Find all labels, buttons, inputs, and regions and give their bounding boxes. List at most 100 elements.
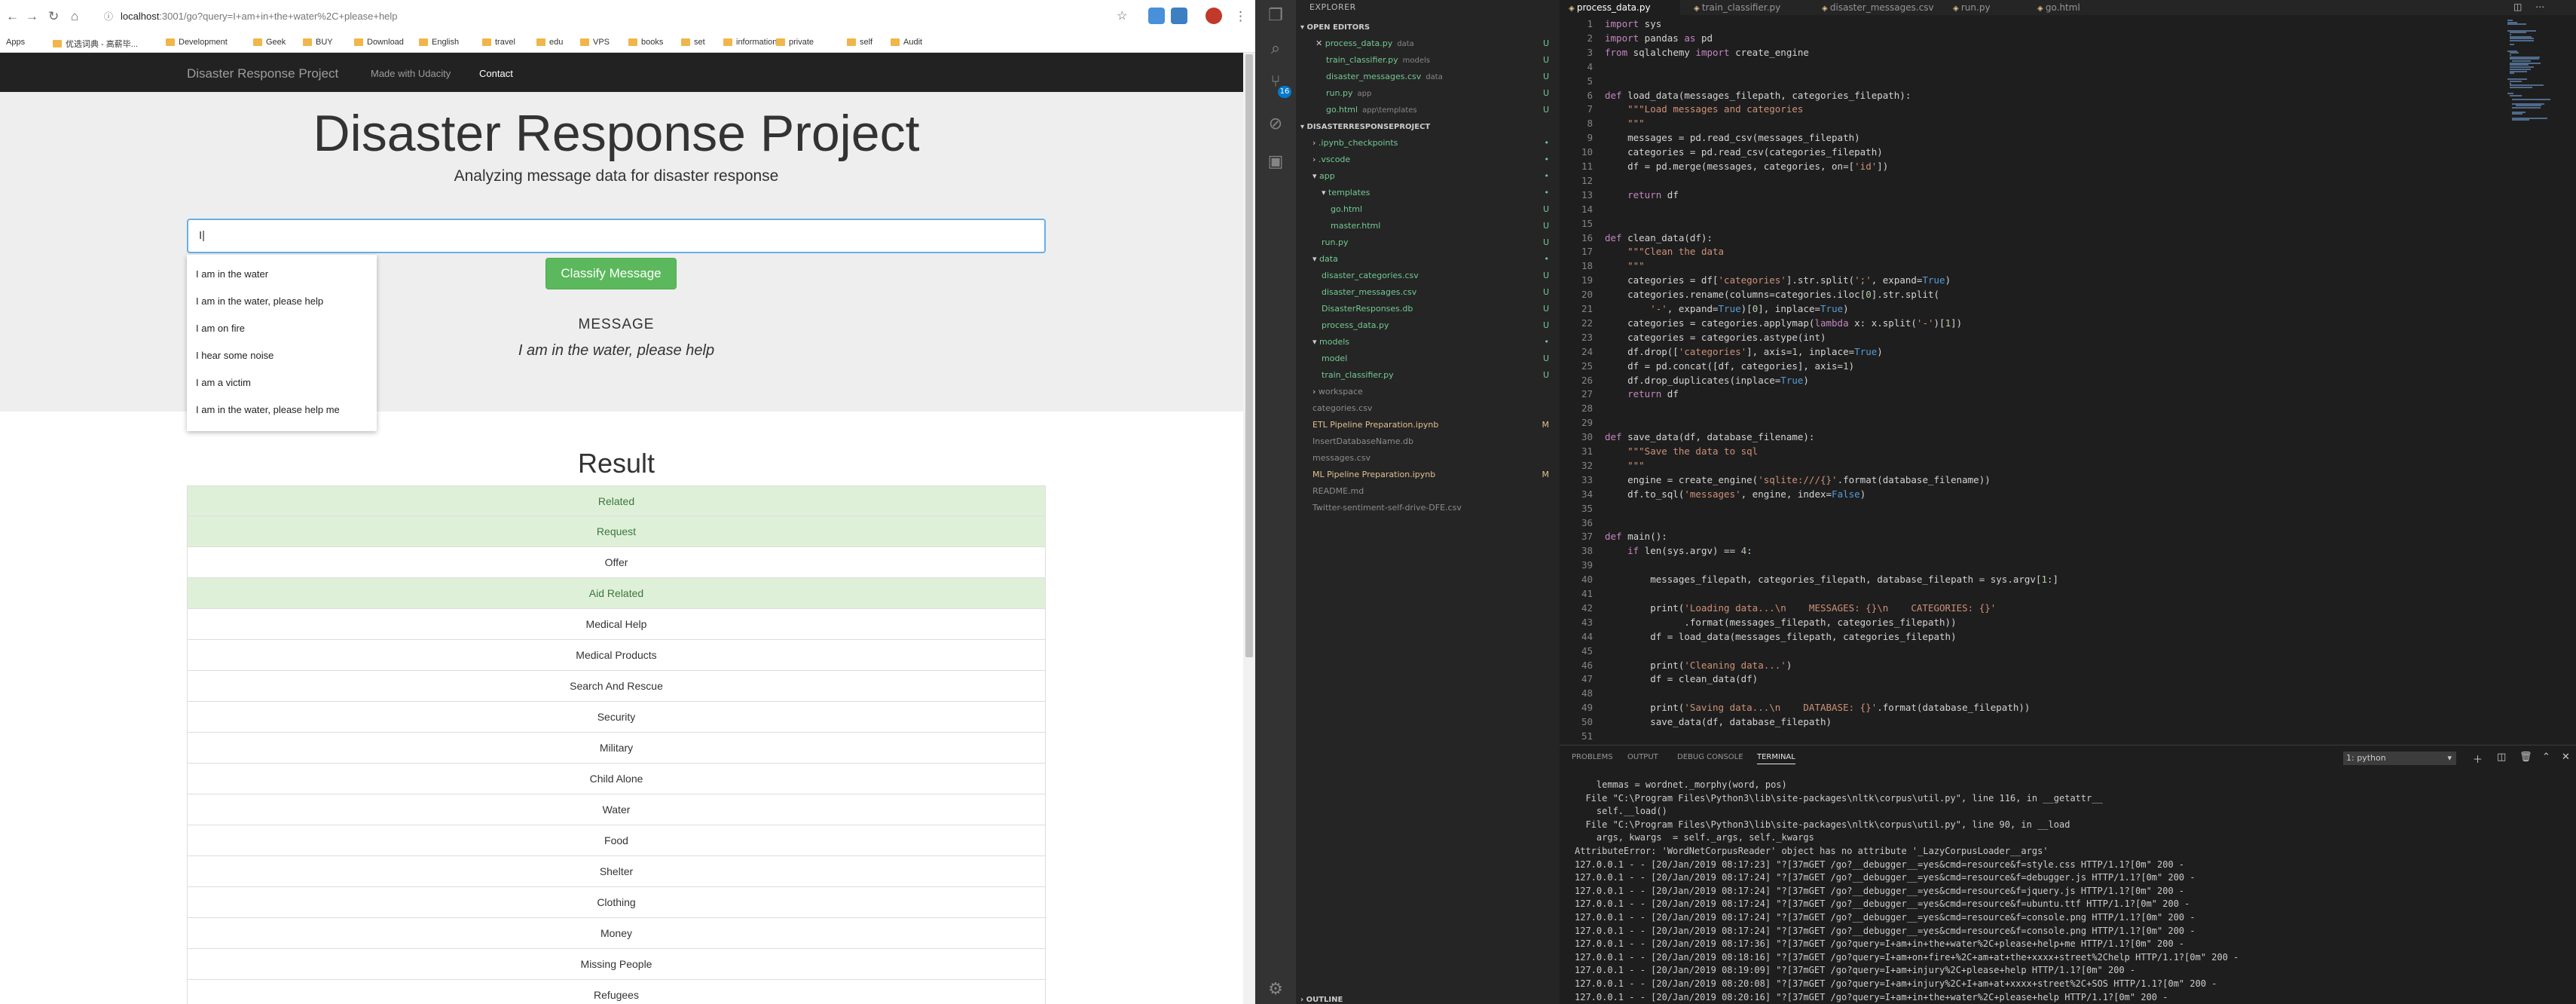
open-editor-item[interactable]: disaster_messages.csv data U xyxy=(1296,69,1560,84)
tree-item[interactable]: ▾ templates • xyxy=(1296,185,1560,200)
nav-made-with-udacity[interactable]: Made with Udacity xyxy=(371,68,451,79)
bookmark-item[interactable]: travel xyxy=(482,38,515,47)
bookmark-item[interactable]: 优选词典 - 高薪毕... xyxy=(53,38,138,50)
autocomplete-option[interactable]: I am in the water xyxy=(196,268,268,280)
bookmark-item[interactable]: information xyxy=(723,38,777,47)
maximize-panel-icon[interactable]: ⌃ xyxy=(2542,751,2550,763)
gear-icon[interactable]: ⚙ xyxy=(1264,978,1287,1001)
home-icon[interactable]: ⌂ xyxy=(71,9,78,24)
nav-contact[interactable]: Contact xyxy=(479,68,513,79)
tree-item[interactable]: README.md xyxy=(1296,483,1560,499)
url-field[interactable]: localhost:3001/go?query=I+am+in+the+wate… xyxy=(121,11,398,22)
tree-item[interactable]: go.html U xyxy=(1296,201,1560,217)
extension-icon[interactable] xyxy=(1148,8,1165,24)
tree-item[interactable]: messages.csv xyxy=(1296,450,1560,466)
bookmark-item[interactable]: Download xyxy=(354,38,404,47)
open-editor-item[interactable]: train_classifier.py models U xyxy=(1296,52,1560,68)
tree-item[interactable]: InsertDatabaseName.db xyxy=(1296,433,1560,449)
tree-item[interactable]: Twitter-sentiment-self-drive-DFE.csv xyxy=(1296,500,1560,516)
extensions-icon[interactable]: ▣ xyxy=(1264,151,1287,173)
tree-item[interactable]: model U xyxy=(1296,350,1560,366)
tree-item[interactable]: › workspace xyxy=(1296,384,1560,399)
forward-icon[interactable]: → xyxy=(26,9,38,24)
close-panel-icon[interactable]: ✕ xyxy=(2562,751,2570,763)
autocomplete-option[interactable]: I am in the water, please help me xyxy=(196,404,340,415)
tree-item[interactable]: disaster_categories.csv U xyxy=(1296,268,1560,283)
tree-item[interactable]: categories.csv xyxy=(1296,400,1560,416)
tab-terminal[interactable]: TERMINAL xyxy=(1757,753,1795,764)
project-header[interactable]: ▾ DISASTERRESPONSEPROJECT xyxy=(1296,119,1560,135)
bookmark-label: Download xyxy=(367,38,404,47)
tree-item[interactable]: ▾ data • xyxy=(1296,251,1560,267)
tree-item[interactable]: run.py U xyxy=(1296,234,1560,250)
autocomplete-option[interactable]: I am on fire xyxy=(196,323,245,334)
open-editors-header[interactable]: ▾ OPEN EDITORS xyxy=(1296,20,1560,35)
tree-item[interactable]: › .vscode • xyxy=(1296,152,1560,167)
tree-item[interactable]: ▾ app • xyxy=(1296,168,1560,184)
debug-icon[interactable]: ⊘ xyxy=(1264,113,1287,136)
close-icon[interactable]: ✕ xyxy=(1316,38,1325,48)
menu-icon[interactable]: ⋮ xyxy=(1234,9,1247,24)
editor-tab[interactable]: ◈ train_classifier.py xyxy=(1685,0,1798,15)
split-terminal-icon[interactable]: ◫ xyxy=(2497,751,2506,763)
open-editor-item[interactable]: run.py app U xyxy=(1296,85,1560,101)
bookmark-item[interactable]: VPS xyxy=(580,38,610,47)
star-icon[interactable]: ☆ xyxy=(1117,9,1127,24)
tab-output[interactable]: OUTPUT xyxy=(1627,753,1658,761)
back-icon[interactable]: ← xyxy=(6,9,19,24)
tree-item[interactable]: disaster_messages.csv U xyxy=(1296,284,1560,300)
add-terminal-icon[interactable]: ＋ xyxy=(2473,751,2483,766)
tree-item[interactable]: ▾ models • xyxy=(1296,334,1560,350)
minimap-line xyxy=(2512,60,2531,62)
tree-item[interactable]: master.html U xyxy=(1296,218,1560,234)
terminal-select[interactable]: 1: python ▾ xyxy=(2343,751,2456,765)
bookmark-item[interactable]: self xyxy=(847,38,872,47)
bookmark-item[interactable]: BUY xyxy=(303,38,333,47)
tree-item[interactable]: DisasterResponses.db U xyxy=(1296,301,1560,317)
editor-tab[interactable]: ◈ go.html xyxy=(2028,0,2141,15)
reload-icon[interactable]: ↻ xyxy=(48,9,59,24)
autocomplete-option[interactable]: I am in the water, please help xyxy=(196,295,323,307)
autocomplete-option[interactable]: I am a victim xyxy=(196,377,251,388)
tab-problems[interactable]: PROBLEMS xyxy=(1572,753,1613,761)
more-actions-icon[interactable]: ⋯ xyxy=(2535,2,2544,12)
info-icon[interactable]: ⓘ xyxy=(104,10,113,23)
extension-icon[interactable] xyxy=(1171,8,1187,24)
tree-item[interactable]: › .ipynb_checkpoints • xyxy=(1296,135,1560,151)
open-editor-item[interactable]: ✕ process_data.py data U xyxy=(1296,35,1560,51)
folder-icon xyxy=(53,40,62,47)
split-editor-icon[interactable]: ◫ xyxy=(2513,2,2522,12)
tree-item[interactable]: train_classifier.py U xyxy=(1296,367,1560,383)
bookmark-item[interactable]: private xyxy=(776,38,814,47)
files-icon[interactable]: ❐ xyxy=(1264,5,1287,27)
editor-tab[interactable]: ◈ disaster_messages.csv xyxy=(1813,0,1934,15)
trash-icon[interactable]: 🗑 xyxy=(2519,751,2532,763)
code-line: def clean_data(df): xyxy=(1605,231,1713,243)
code-editor[interactable]: 1 import sys 2 import pandas as pd 3 from sql… xyxy=(1560,15,2576,743)
minimap[interactable] xyxy=(2507,15,2568,128)
message-input[interactable]: I| xyxy=(187,219,1046,253)
tab-debug-console[interactable]: DEBUG CONSOLE xyxy=(1677,753,1743,761)
page-scrollbar[interactable] xyxy=(1243,53,1255,1004)
outline-header[interactable]: › OUTLINE xyxy=(1296,992,1560,1004)
terminal-output[interactable]: lemmas = wordnet._morphy(word, pos) File… xyxy=(1575,779,2569,1004)
open-editor-item[interactable]: go.html app\templates U xyxy=(1296,102,1560,118)
search-icon[interactable]: ⌕ xyxy=(1264,38,1287,60)
tree-item[interactable]: process_data.py U xyxy=(1296,317,1560,333)
tree-item[interactable]: ML Pipeline Preparation.ipynb M xyxy=(1296,467,1560,482)
navbar-brand[interactable]: Disaster Response Project xyxy=(187,66,338,81)
bookmark-item[interactable]: set xyxy=(681,38,705,47)
bookmark-item[interactable]: Audit xyxy=(891,38,922,47)
editor-tab[interactable]: ◈ process_data.py xyxy=(1560,0,1680,15)
profile-avatar[interactable] xyxy=(1205,8,1222,24)
scrollbar-thumb[interactable] xyxy=(1245,54,1253,657)
bookmark-item[interactable]: books xyxy=(628,38,663,47)
bookmark-item[interactable]: Development xyxy=(166,38,228,47)
bookmark-item[interactable]: edu xyxy=(536,38,563,47)
classify-message-button[interactable]: Classify Message xyxy=(545,258,677,289)
bookmark-item[interactable]: Geek xyxy=(253,38,286,47)
tree-item[interactable]: ETL Pipeline Preparation.ipynb M xyxy=(1296,417,1560,433)
bookmark-item[interactable]: Apps xyxy=(6,38,25,47)
bookmark-item[interactable]: English xyxy=(419,38,459,47)
autocomplete-option[interactable]: I hear some noise xyxy=(196,350,273,361)
